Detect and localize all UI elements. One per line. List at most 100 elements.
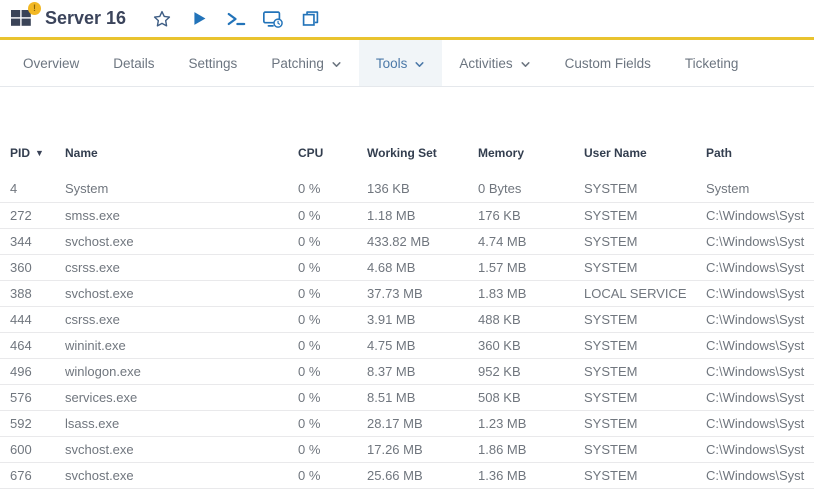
cell-user-name: SYSTEM — [584, 176, 706, 202]
tab-label: Tools — [376, 56, 408, 71]
column-header-path[interactable]: Path — [706, 140, 814, 176]
cell-name: csrss.exe — [65, 254, 298, 280]
cell-memory: 952 KB — [478, 358, 584, 384]
column-header-cpu[interactable]: CPU — [298, 140, 367, 176]
cell-working-set: 25.66 MB — [367, 462, 478, 488]
column-header-pid-label: PID — [10, 146, 30, 160]
tab-settings[interactable]: Settings — [172, 40, 255, 86]
cell-user-name: SYSTEM — [584, 332, 706, 358]
table-row[interactable]: 576 services.exe 0 % 8.51 MB 508 KB SYST… — [0, 384, 814, 410]
table-row[interactable]: 676 svchost.exe 0 % 25.66 MB 1.36 MB SYS… — [0, 462, 814, 488]
table-row[interactable]: 360 csrss.exe 0 % 4.68 MB 1.57 MB SYSTEM… — [0, 254, 814, 280]
table-row[interactable]: 464 wininit.exe 0 % 4.75 MB 360 KB SYSTE… — [0, 332, 814, 358]
play-icon — [191, 10, 208, 27]
cell-path: C:\Windows\Syst — [706, 306, 814, 332]
cell-name: winlogon.exe — [65, 358, 298, 384]
chevron-down-icon — [414, 59, 425, 70]
cell-path: C:\Windows\Syst — [706, 384, 814, 410]
table-row[interactable]: 496 winlogon.exe 0 % 8.37 MB 952 KB SYST… — [0, 358, 814, 384]
cell-user-name: SYSTEM — [584, 410, 706, 436]
run-button[interactable] — [187, 7, 211, 31]
cell-user-name: SYSTEM — [584, 202, 706, 228]
cell-name: System — [65, 176, 298, 202]
cell-path: C:\Windows\Syst — [706, 358, 814, 384]
table-row[interactable]: 4 System 0 % 136 KB 0 Bytes SYSTEM Syste… — [0, 176, 814, 202]
cell-cpu: 0 % — [298, 202, 367, 228]
tab-overview[interactable]: Overview — [6, 40, 96, 86]
cell-memory: 1.23 MB — [478, 410, 584, 436]
cell-working-set: 4.75 MB — [367, 332, 478, 358]
column-header-name[interactable]: Name — [65, 140, 298, 176]
tab-patching[interactable]: Patching — [254, 40, 359, 86]
cell-memory: 4.74 MB — [478, 228, 584, 254]
cell-user-name: SYSTEM — [584, 436, 706, 462]
tab-label: Activities — [459, 56, 512, 71]
cell-path: C:\Windows\Syst — [706, 228, 814, 254]
cell-name: csrss.exe — [65, 306, 298, 332]
process-table-section: PID▼ Name CPU Working Set Memory User Na… — [0, 140, 814, 489]
cell-working-set: 8.37 MB — [367, 358, 478, 384]
cell-name: lsass.exe — [65, 410, 298, 436]
table-row[interactable]: 344 svchost.exe 0 % 433.82 MB 4.74 MB SY… — [0, 228, 814, 254]
cell-name: svchost.exe — [65, 436, 298, 462]
app-header: ! Server 16 — [0, 0, 814, 37]
cell-name: services.exe — [65, 384, 298, 410]
cell-working-set: 1.18 MB — [367, 202, 478, 228]
cell-user-name: SYSTEM — [584, 306, 706, 332]
cell-path: C:\Windows\Syst — [706, 202, 814, 228]
tab-label: Overview — [23, 56, 79, 71]
header-actions — [150, 7, 322, 31]
cell-working-set: 136 KB — [367, 176, 478, 202]
table-row[interactable]: 388 svchost.exe 0 % 37.73 MB 1.83 MB LOC… — [0, 280, 814, 306]
cell-path: C:\Windows\Syst — [706, 280, 814, 306]
terminal-button[interactable] — [224, 7, 248, 31]
table-row[interactable]: 592 lsass.exe 0 % 28.17 MB 1.23 MB SYSTE… — [0, 410, 814, 436]
cell-path: System — [706, 176, 814, 202]
column-header-user-name[interactable]: User Name — [584, 140, 706, 176]
cell-pid: 344 — [0, 228, 65, 254]
terminal-icon — [226, 9, 246, 29]
cell-user-name: SYSTEM — [584, 384, 706, 410]
cell-path: C:\Windows\Syst — [706, 462, 814, 488]
chevron-down-icon — [331, 59, 342, 70]
cell-cpu: 0 % — [298, 462, 367, 488]
tab-custom-fields[interactable]: Custom Fields — [548, 40, 668, 86]
tab-label: Details — [113, 56, 154, 71]
cell-name: svchost.exe — [65, 228, 298, 254]
cell-memory: 176 KB — [478, 202, 584, 228]
cell-user-name: SYSTEM — [584, 358, 706, 384]
cell-cpu: 0 % — [298, 436, 367, 462]
windows-logo-icon: ! — [10, 7, 34, 31]
cell-memory: 360 KB — [478, 332, 584, 358]
column-header-memory[interactable]: Memory — [478, 140, 584, 176]
table-row[interactable]: 272 smss.exe 0 % 1.18 MB 176 KB SYSTEM C… — [0, 202, 814, 228]
tab-label: Settings — [189, 56, 238, 71]
cell-memory: 1.57 MB — [478, 254, 584, 280]
favorite-button[interactable] — [150, 7, 174, 31]
column-header-pid[interactable]: PID▼ — [0, 140, 65, 176]
cell-user-name: SYSTEM — [584, 254, 706, 280]
cell-path: C:\Windows\Syst — [706, 436, 814, 462]
cell-working-set: 28.17 MB — [367, 410, 478, 436]
cell-pid: 496 — [0, 358, 65, 384]
column-header-working-set[interactable]: Working Set — [367, 140, 478, 176]
duplicate-button[interactable] — [298, 7, 322, 31]
cell-cpu: 0 % — [298, 280, 367, 306]
remote-session-button[interactable] — [261, 7, 285, 31]
cell-pid: 464 — [0, 332, 65, 358]
tab-label: Ticketing — [685, 56, 739, 71]
cell-cpu: 0 % — [298, 176, 367, 202]
cell-memory: 508 KB — [478, 384, 584, 410]
remote-desktop-icon — [262, 8, 284, 30]
table-row[interactable]: 600 svchost.exe 0 % 17.26 MB 1.86 MB SYS… — [0, 436, 814, 462]
tab-bar: Overview Details Settings Patching Tools… — [0, 40, 814, 87]
cell-memory: 0 Bytes — [478, 176, 584, 202]
table-row[interactable]: 444 csrss.exe 0 % 3.91 MB 488 KB SYSTEM … — [0, 306, 814, 332]
tab-tools[interactable]: Tools — [359, 40, 443, 86]
tab-activities[interactable]: Activities — [442, 40, 547, 86]
alert-badge: ! — [28, 2, 41, 15]
tab-details[interactable]: Details — [96, 40, 171, 86]
cell-working-set: 3.91 MB — [367, 306, 478, 332]
cell-path: C:\Windows\Syst — [706, 254, 814, 280]
tab-ticketing[interactable]: Ticketing — [668, 40, 756, 86]
